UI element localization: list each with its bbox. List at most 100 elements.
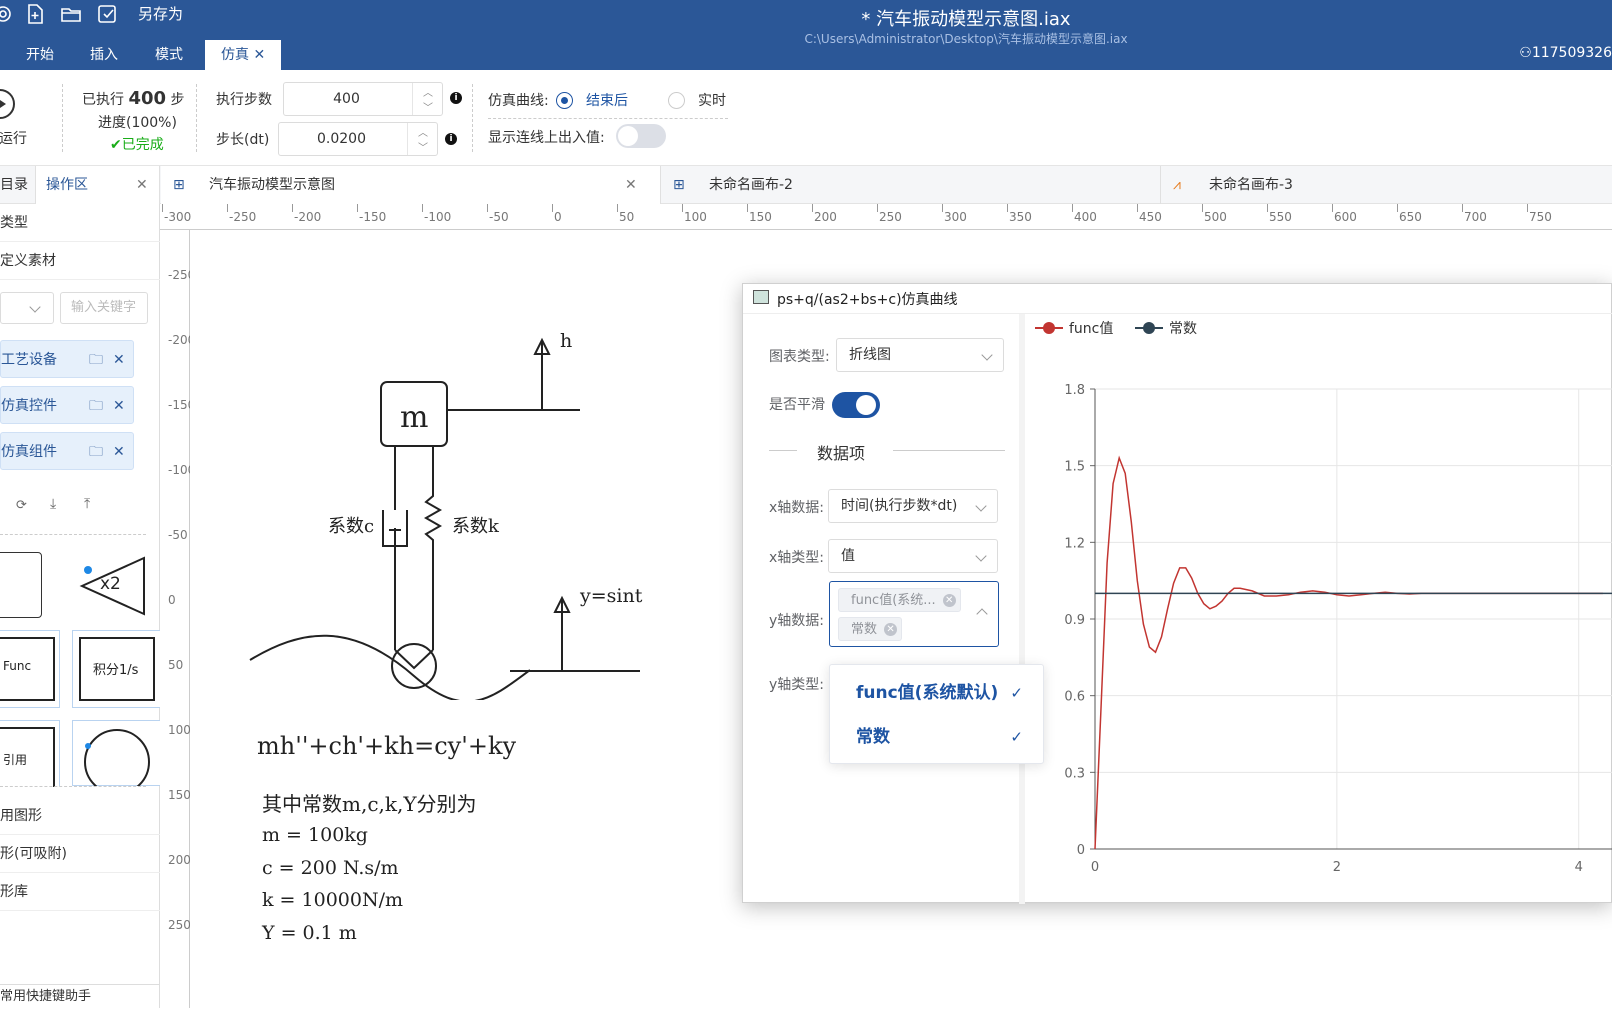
snap-shapes-row[interactable]: 形(可吸附) bbox=[0, 835, 160, 873]
shape-card-blank[interactable] bbox=[0, 546, 46, 624]
steps-stepper[interactable]: 400 ︿ ﹀ bbox=[283, 82, 443, 116]
ruler-tick bbox=[1072, 204, 1073, 212]
x-tick-label: 4 bbox=[1575, 860, 1583, 875]
steps-label: 执行步数 bbox=[216, 92, 272, 108]
chart-type-select[interactable]: 折线图 bbox=[836, 338, 1004, 372]
chip-label: 常数 bbox=[851, 622, 878, 637]
dialog-header[interactable]: ps+q/(as2+bs+c)仿真曲线 bbox=[743, 284, 1612, 314]
chevron-up-icon[interactable]: ︿ bbox=[423, 84, 433, 99]
ruler-tick-label: 200 bbox=[168, 853, 191, 867]
close-icon[interactable]: ✕ bbox=[113, 387, 125, 425]
x-tick-label: 0 bbox=[1091, 860, 1099, 875]
x-type-select[interactable]: 值 bbox=[828, 539, 998, 573]
lib-process-equipment[interactable]: 工艺设备 🗀 ✕ bbox=[0, 340, 134, 378]
curve-after-label[interactable]: 结束后 bbox=[586, 90, 628, 110]
chart-icon: ⩘ bbox=[1173, 177, 1181, 193]
common-shapes-row[interactable]: 用图形 bbox=[0, 797, 160, 835]
info-icon[interactable]: i bbox=[445, 133, 457, 145]
tab-workspace[interactable]: 操作区 ✕ bbox=[36, 166, 160, 204]
divider bbox=[769, 450, 797, 451]
stepper-arrows[interactable]: ︿ ﹀ bbox=[407, 123, 437, 155]
y-type-label: y轴类型: bbox=[769, 677, 825, 693]
smooth-toggle[interactable] bbox=[832, 392, 880, 418]
divider bbox=[62, 84, 63, 152]
close-icon[interactable]: ✕ bbox=[625, 166, 637, 204]
steps-input[interactable]: 400 bbox=[284, 83, 409, 115]
run-icon[interactable] bbox=[0, 88, 16, 120]
menu-simulation[interactable]: 仿真 ✕ bbox=[205, 40, 282, 70]
lib-simulation-controls[interactable]: 仿真控件 🗀 ✕ bbox=[0, 386, 134, 424]
dt-input[interactable]: 0.0200 bbox=[279, 123, 404, 155]
tab-canvas-2[interactable]: ⊞ 未命名画布-2 bbox=[661, 166, 1161, 204]
chip-label: func值(系统... bbox=[851, 593, 936, 608]
tab-catalog[interactable]: 目录 bbox=[0, 166, 36, 204]
shape-card-ref[interactable]: 引用 bbox=[0, 720, 60, 787]
menu-insert[interactable]: 插入 bbox=[90, 40, 118, 70]
shape-library-row[interactable]: 形库 bbox=[0, 873, 160, 911]
shape-card-func[interactable]: Func bbox=[0, 630, 60, 708]
close-icon[interactable]: ✕ bbox=[136, 166, 148, 204]
x-tick-label: 2 bbox=[1333, 860, 1341, 875]
dropdown-option-func[interactable]: func值(系统默认) ✓ bbox=[830, 671, 1045, 715]
toggle-knob bbox=[856, 395, 876, 415]
ruler-tick bbox=[292, 204, 293, 212]
close-icon[interactable]: ✕ bbox=[113, 433, 125, 471]
refresh-icon[interactable]: ⟳ bbox=[16, 498, 27, 513]
search-input[interactable]: 输入关键字 bbox=[60, 292, 148, 324]
menu-mode[interactable]: 模式 bbox=[155, 40, 183, 70]
shortcut-helper[interactable]: 常用快捷键助手 bbox=[0, 984, 160, 1022]
category-select[interactable] bbox=[0, 292, 54, 324]
run-button[interactable]: 运行 bbox=[0, 128, 27, 148]
ruler-tick-label: 200 bbox=[814, 210, 837, 224]
tab-canvas-3[interactable]: ⩘ 未命名画布-3 bbox=[1161, 166, 1612, 204]
curve-realtime-label[interactable]: 实时 bbox=[698, 90, 726, 110]
upload-icon[interactable]: ⤒ bbox=[84, 496, 90, 512]
tab-canvas-1[interactable]: ⊞ 汽车振动模型示意图 ✕ bbox=[161, 166, 661, 204]
ruler-tick-label: 150 bbox=[749, 210, 772, 224]
curve-realtime-radio[interactable] bbox=[668, 92, 685, 109]
dialog-title: ps+q/(as2+bs+c)仿真曲线 bbox=[777, 292, 958, 308]
option-label: 常数 bbox=[856, 727, 890, 747]
dt-label: 步长(dt) bbox=[216, 132, 270, 148]
custom-material-row[interactable]: 定义素材 bbox=[0, 242, 160, 280]
chevron-down-icon bbox=[975, 550, 987, 562]
curve-after-radio[interactable] bbox=[556, 92, 573, 109]
chevron-up-icon[interactable]: ︿ bbox=[418, 124, 428, 139]
chevron-down-icon[interactable]: ﹀ bbox=[418, 139, 428, 154]
close-icon[interactable]: ✕ bbox=[113, 341, 125, 379]
ruler-tick-label: 650 bbox=[1399, 210, 1422, 224]
close-icon[interactable]: ✕ bbox=[249, 47, 265, 63]
left-panel: 类型 定义素材 输入关键字 工艺设备 🗀 ✕ 仿真控件 🗀 ✕ 仿真组件 🗀 ✕… bbox=[0, 204, 162, 1008]
info-icon[interactable]: i bbox=[450, 92, 462, 104]
damper-label: 系数c bbox=[328, 516, 375, 537]
user-account[interactable]: ⚇117509326 bbox=[1519, 45, 1612, 61]
y-tick-label: 1.5 bbox=[1064, 460, 1085, 475]
divider bbox=[0, 534, 146, 535]
dropdown-option-const[interactable]: 常数 ✓ bbox=[830, 715, 1045, 759]
y-data-multiselect[interactable]: func值(系统... ✕ 常数 ✕ bbox=[829, 581, 999, 647]
ruler-tick bbox=[552, 204, 553, 212]
executed-prefix: 已执行 bbox=[82, 92, 124, 108]
ruler-tick bbox=[1267, 204, 1268, 212]
shape-card-sum[interactable] bbox=[72, 720, 162, 786]
menu-start[interactable]: 开始 bbox=[26, 40, 54, 70]
type-section[interactable]: 类型 bbox=[0, 204, 160, 242]
show-io-toggle[interactable] bbox=[616, 124, 666, 148]
close-icon[interactable]: ✕ bbox=[942, 594, 956, 607]
folder-icon[interactable]: 🗀 bbox=[89, 341, 103, 379]
close-icon[interactable]: ✕ bbox=[884, 623, 898, 636]
chart-type-label: 图表类型: bbox=[769, 349, 830, 365]
shape-card-integral[interactable]: 积分1/s bbox=[72, 630, 162, 708]
download-icon[interactable]: ⤓ bbox=[50, 496, 56, 512]
folder-icon[interactable]: 🗀 bbox=[89, 433, 103, 471]
x-data-select[interactable]: 时间(执行步数*dt) bbox=[828, 489, 998, 523]
dt-stepper[interactable]: 0.0200 ︿ ﹀ bbox=[278, 122, 438, 156]
toggle-knob bbox=[618, 126, 638, 146]
chevron-down-icon[interactable]: ﹀ bbox=[423, 99, 433, 114]
folder-icon[interactable]: 🗀 bbox=[89, 387, 103, 425]
x-type-label: x轴类型: bbox=[769, 550, 825, 566]
stepper-arrows[interactable]: ︿ ﹀ bbox=[412, 83, 442, 115]
ruler-tick-label: 500 bbox=[1204, 210, 1227, 224]
constant-m: m = 100kg bbox=[262, 824, 368, 846]
lib-simulation-components[interactable]: 仿真组件 🗀 ✕ bbox=[0, 432, 134, 470]
